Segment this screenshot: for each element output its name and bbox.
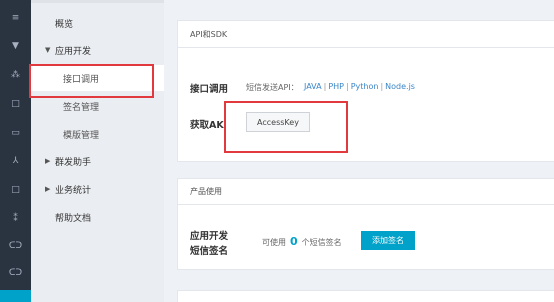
sdk-prefix: 短信发送API：	[246, 83, 299, 92]
nav-item-business-stats[interactable]: ▶ 业务统计	[31, 176, 164, 202]
network-icon[interactable]: ⁑	[0, 209, 31, 229]
app-sign-label: 应用开发 短信签名	[190, 229, 228, 259]
nav-item-help-docs[interactable]: 帮助文档	[31, 204, 164, 230]
sdk-link-python[interactable]: Python	[351, 82, 379, 91]
nav-item-template-manage[interactable]: 模版管理	[31, 121, 164, 147]
available-suffix: 个短信签名	[301, 238, 342, 247]
next-panel	[177, 290, 554, 302]
sdk-links: JAVA | PHP | Python | Node.js	[304, 82, 415, 91]
available-sign-count: 可使用 0 个短信签名	[262, 235, 342, 248]
share-icon[interactable]: ⁂	[0, 65, 31, 85]
app-sign-label-line2: 短信签名	[190, 246, 229, 257]
nav-item-label: 业务统计	[55, 185, 92, 196]
shield-icon[interactable]: ▼	[0, 36, 31, 56]
square-icon[interactable]: □	[0, 94, 31, 114]
nav-item-sign-manage[interactable]: 签名管理	[31, 93, 164, 119]
nav-item-overview[interactable]: 概览	[31, 10, 164, 36]
link-separator: |	[346, 82, 349, 91]
nav-item-label: 帮助文档	[55, 213, 92, 224]
nav-divider	[31, 0, 164, 3]
nav-item-label: 模版管理	[63, 130, 100, 141]
api-call-label: 接口调用	[190, 84, 229, 95]
person-icon[interactable]: ⅄	[0, 151, 31, 171]
menu-icon[interactable]: ≡	[0, 8, 31, 28]
nav-item-api-call[interactable]: 接口调用	[31, 65, 164, 91]
cloud-icon[interactable]	[0, 290, 31, 302]
link-separator: |	[323, 82, 327, 91]
nav-item-label: 签名管理	[63, 102, 100, 113]
brackets-icon[interactable]: ᑕᑐ	[0, 263, 31, 283]
available-prefix: 可使用	[262, 238, 286, 247]
chevron-down-icon: ▼	[45, 46, 51, 54]
tablet-icon[interactable]: ▭	[0, 123, 31, 143]
available-count: 0	[290, 235, 298, 248]
add-sign-button[interactable]: 添加签名	[361, 231, 415, 250]
accesskey-button[interactable]: AccessKey	[246, 112, 310, 132]
product-usage-panel: 产品使用	[177, 178, 554, 270]
brackets-icon[interactable]: ᑕᑐ	[0, 236, 31, 256]
square-icon[interactable]: □	[0, 180, 31, 200]
nav-item-label: 概览	[55, 19, 74, 30]
sdk-link-java[interactable]: JAVA	[304, 82, 322, 91]
get-ak-label: 获取AK	[190, 120, 224, 131]
sdk-link-php[interactable]: PHP	[328, 82, 344, 91]
sdk-link-nodejs[interactable]: Node.js	[385, 82, 415, 91]
nav-item-label: 应用开发	[55, 46, 92, 57]
panel-title: API和SDK	[178, 21, 554, 48]
chevron-right-icon: ▶	[45, 157, 51, 165]
panel-title: 产品使用	[178, 179, 554, 205]
icon-rail: ≡ ▼ ⁂ □ ▭ ⅄ □ ⁑ ᑕᑐ ᑕᑐ	[0, 0, 31, 302]
secondary-nav: 概览 ▼ 应用开发 接口调用 签名管理 模版管理 ▶ 群发助手 ▶ 业务统计 帮…	[31, 0, 164, 302]
nav-item-label: 群发助手	[55, 157, 92, 168]
app-sign-label-line1: 应用开发	[190, 231, 229, 242]
nav-item-group-send[interactable]: ▶ 群发助手	[31, 148, 164, 174]
nav-item-app-dev[interactable]: ▼ 应用开发	[31, 37, 164, 63]
api-sdk-panel: API和SDK	[177, 20, 554, 162]
nav-item-label: 接口调用	[63, 74, 100, 85]
link-separator: |	[380, 82, 384, 91]
chevron-right-icon: ▶	[45, 185, 51, 193]
main-content: API和SDK 接口调用 短信发送API： JAVA | PHP | Python | No…	[164, 0, 554, 302]
